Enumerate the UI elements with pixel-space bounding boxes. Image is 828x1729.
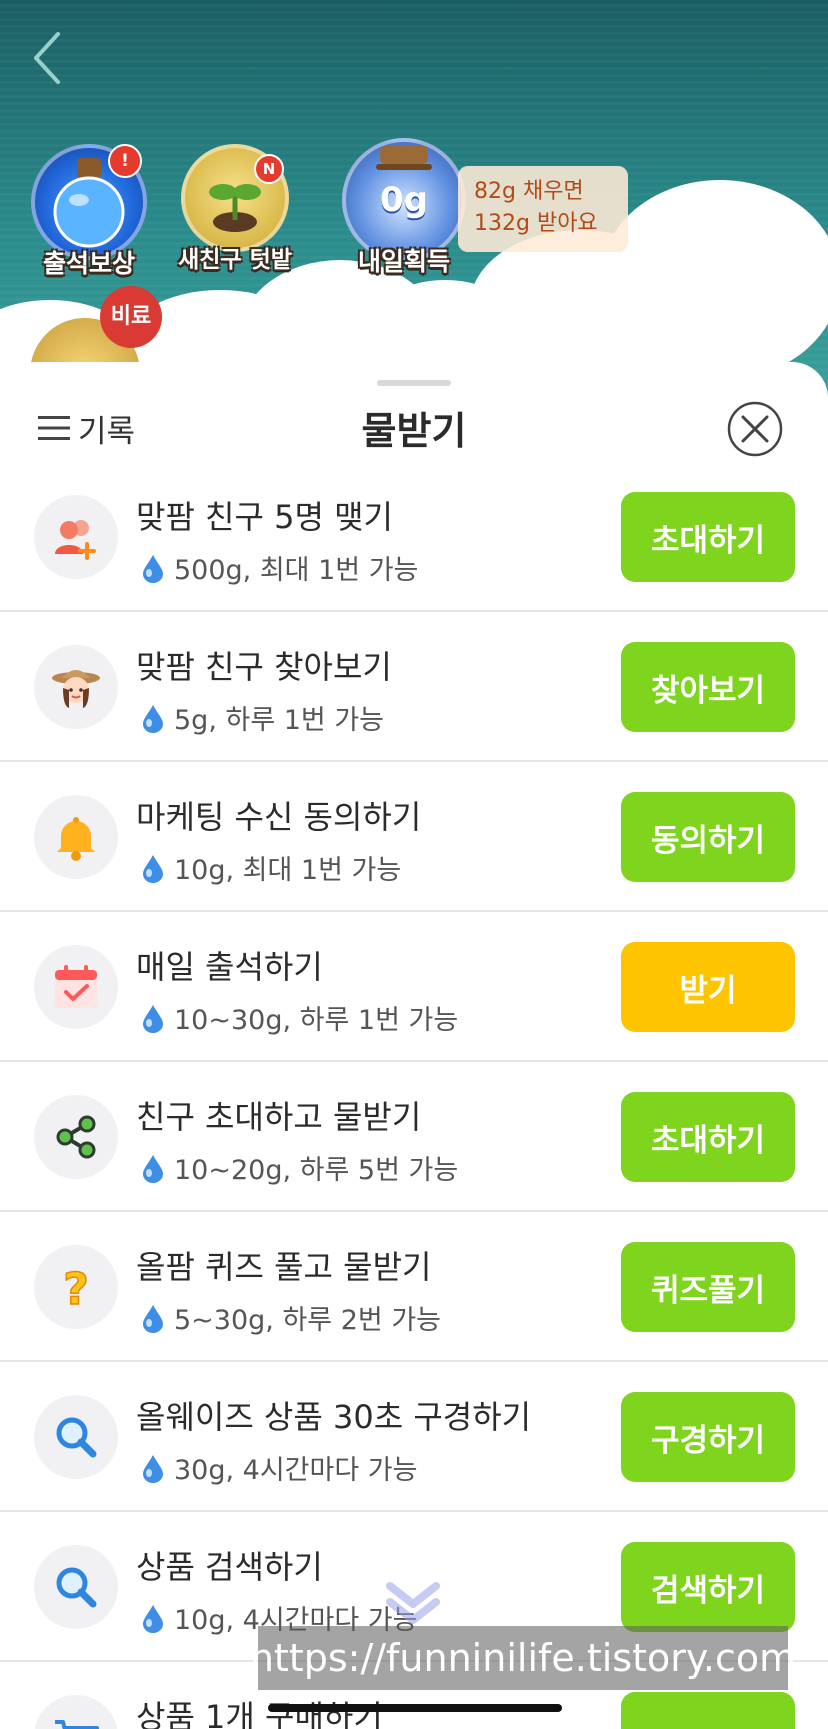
water-drop-icon: [143, 1004, 163, 1033]
task-row: 올웨이즈 상품 30초 구경하기 30g, 4시간마다 가능 구경하기: [0, 1362, 828, 1512]
task-title: 상품 검색하기: [136, 1548, 323, 1586]
tomorrow-tip-bubble: 82g 채우면 132g 받아요: [458, 166, 628, 252]
tomorrow-gain-button[interactable]: 0g 내일획득: [342, 138, 466, 276]
watermark: https://funninilife.tistory.com: [250, 1626, 796, 1690]
task-title: 올웨이즈 상품 30초 구경하기: [136, 1398, 532, 1436]
sheet-grabber[interactable]: [377, 380, 451, 386]
task-row: 맞팜 친구 찾아보기 5g, 하루 1번 가능 찾아보기: [0, 612, 828, 762]
add-friends-icon: [34, 495, 118, 579]
task-title: 친구 초대하고 물받기: [136, 1098, 422, 1136]
receive-button[interactable]: 받기: [621, 942, 795, 1032]
explore-button[interactable]: 찾아보기: [621, 642, 795, 732]
search-button[interactable]: 검색하기: [621, 1542, 795, 1632]
task-row: 친구 초대하고 물받기 10~20g, 하루 5번 가능 초대하기: [0, 1062, 828, 1212]
bell-icon: [34, 795, 118, 879]
invite-friend-button[interactable]: 초대하기: [621, 1092, 795, 1182]
task-title: 맞팜 친구 찾아보기: [136, 648, 392, 686]
fertilizer-badge: 비료: [100, 286, 162, 348]
task-title: 마케팅 수신 동의하기: [136, 798, 422, 836]
new-friend-garden-button[interactable]: N 새친구 텃밭: [178, 144, 292, 273]
back-button[interactable]: [28, 30, 68, 86]
browse-button[interactable]: 구경하기: [621, 1392, 795, 1482]
alert-badge: !: [108, 144, 142, 178]
task-reward: 5g, 하루 1번 가능: [174, 705, 385, 736]
search-icon: [34, 1545, 118, 1629]
new-friend-garden-label: 새친구 텃밭: [178, 247, 292, 273]
home-indicator[interactable]: [268, 1704, 562, 1712]
water-sheet: 기록 물받기 맞팜 친구 5명 맺기 500g, 최대 1번 가능 초대하기 맞…: [0, 362, 828, 1729]
chevron-left-icon: [34, 32, 60, 84]
tip-line-2: 132g 받아요: [474, 211, 598, 236]
solve-quiz-button[interactable]: 퀴즈풀기: [621, 1242, 795, 1332]
close-button[interactable]: [726, 400, 784, 458]
task-reward: 5~30g, 하루 2번 가능: [174, 1305, 442, 1336]
task-reward: 500g, 최대 1번 가능: [174, 555, 419, 586]
invite-button[interactable]: 초대하기: [621, 492, 795, 582]
svg-text:?: ?: [63, 1264, 89, 1315]
buy-button[interactable]: [621, 1692, 795, 1729]
agree-button[interactable]: 동의하기: [621, 792, 795, 882]
tomorrow-gain-label: 내일획득: [357, 247, 451, 276]
water-drop-icon: [143, 1604, 163, 1633]
task-title: 올팜 퀴즈 풀고 물받기: [136, 1248, 432, 1286]
farm-scene-background: ! 출석보상 N 새친구 텃밭 0g 내일획득 82g 채우면 132g 받아요: [0, 0, 828, 420]
task-title: 맞팜 친구 5명 맺기: [136, 498, 393, 536]
water-drop-icon: [143, 1454, 163, 1483]
cart-icon: [34, 1695, 118, 1729]
calendar-check-icon: [34, 945, 118, 1029]
task-list: 맞팜 친구 5명 맺기 500g, 최대 1번 가능 초대하기 맞팜 친구 찾아…: [0, 462, 828, 1729]
sheet-title: 물받기: [361, 409, 467, 453]
task-row: 매일 출석하기 10~30g, 하루 1번 가능 받기: [0, 912, 828, 1062]
task-row: 마케팅 수신 동의하기 10g, 최대 1번 가능 동의하기: [0, 762, 828, 912]
task-row: 맞팜 친구 5명 맺기 500g, 최대 1번 가능 초대하기: [0, 462, 828, 612]
water-drop-icon: [143, 1154, 163, 1183]
close-icon: [727, 401, 783, 457]
new-badge: N: [254, 154, 284, 184]
task-reward: 10~20g, 하루 5번 가능: [174, 1155, 459, 1186]
task-reward: 30g, 4시간마다 가능: [174, 1455, 418, 1486]
scroll-down-chevron-icon: [386, 1582, 440, 1624]
task-reward: 10~30g, 하루 1번 가능: [174, 1005, 459, 1036]
task-row: ? 올팜 퀴즈 풀고 물받기 5~30g, 하루 2번 가능 퀴즈풀기: [0, 1212, 828, 1362]
search-icon: [34, 1395, 118, 1479]
water-drop-icon: [143, 554, 163, 583]
task-title: 매일 출석하기: [136, 948, 323, 986]
attendance-reward-button[interactable]: ! 출석보상: [30, 144, 148, 278]
tip-line-1: 82g 채우면: [474, 179, 584, 204]
water-drop-icon: [143, 1304, 163, 1333]
farmer-girl-icon: [34, 645, 118, 729]
question-icon: ?: [34, 1245, 118, 1329]
attendance-reward-label: 출석보상: [42, 249, 136, 278]
water-drop-icon: [143, 704, 163, 733]
share-icon: [34, 1095, 118, 1179]
water-drop-icon: [143, 854, 163, 883]
task-reward: 10g, 최대 1번 가능: [174, 855, 402, 886]
tomorrow-amount: 0g: [380, 180, 428, 220]
